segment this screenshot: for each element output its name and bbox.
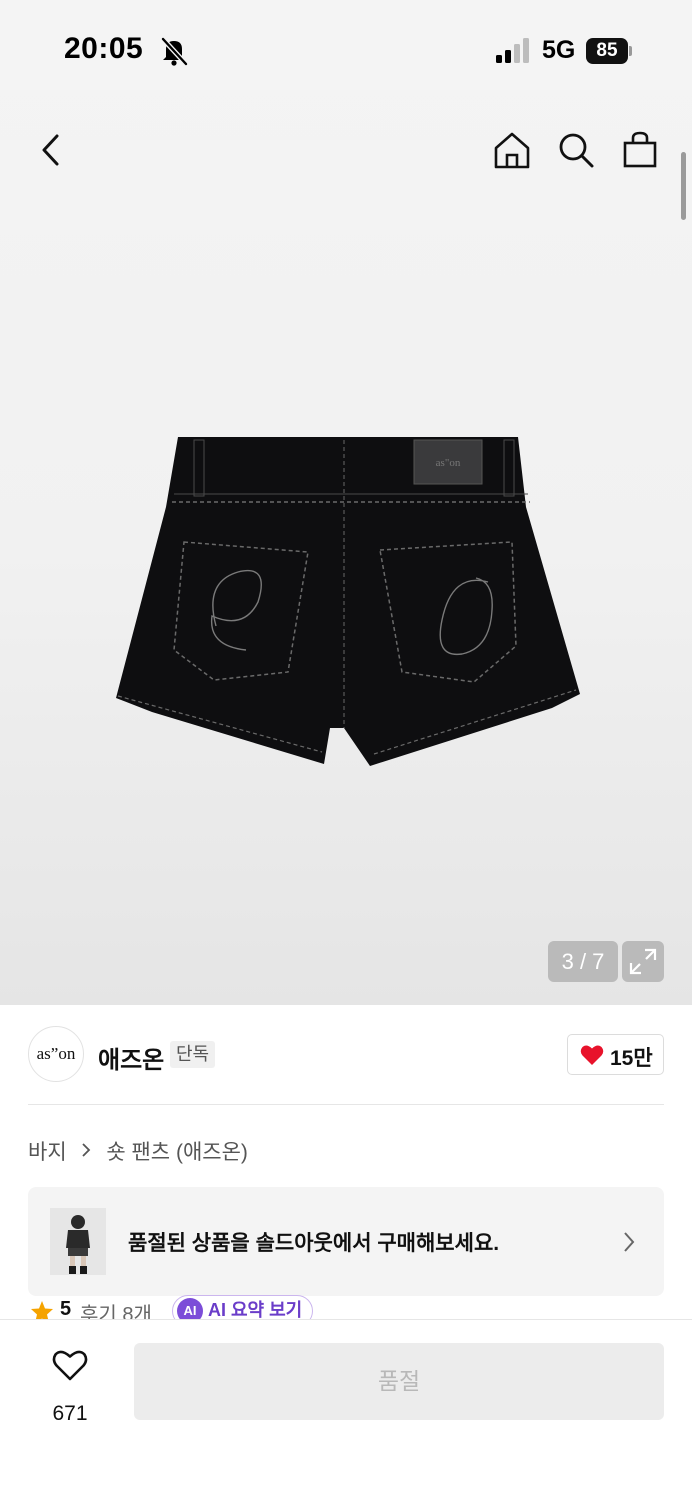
signal-bars-icon [496,38,529,63]
breadcrumb-category[interactable]: 바지 [28,1136,67,1166]
wishlist-button[interactable]: 671 [36,1344,104,1434]
chevron-right-icon [82,1142,91,1157]
banner-text: 품절된 상품을 솔드아웃에서 구매해보세요. [128,1232,500,1255]
exclusive-badge: 단독 [170,1041,216,1068]
wishlist-count: 671 [52,1402,88,1425]
rating-value: 5 [60,1298,72,1320]
gallery-page-indicator: 3 / 7 [548,941,618,982]
scrollbar[interactable] [681,152,686,220]
divider [28,1104,664,1105]
network-label: 5G [542,36,576,64]
brand-logo[interactable]: as”on [28,1026,84,1082]
home-icon[interactable] [492,130,532,170]
bell-slash-icon [161,37,188,66]
bottom-action-bar: 671 품절 [0,1319,692,1500]
breadcrumb-subcategory[interactable]: 숏 팬츠 (애즈온) [106,1136,248,1166]
expand-button[interactable] [622,941,664,982]
battery-icon: 85 [586,38,632,64]
chevron-right-icon [624,1232,635,1252]
expand-icon [629,948,657,975]
product-gallery[interactable]: as"on 3 / 7 [0,0,692,1005]
soldout-button[interactable]: 품절 [134,1343,664,1420]
brand-like-count: 15만 [610,1047,653,1070]
soldout-banner[interactable]: 품절된 상품을 솔드아웃에서 구매해보세요. [28,1187,664,1296]
heart-fill-icon [580,1045,604,1065]
brand-name[interactable]: 애즈온 [98,1040,164,1075]
brand-like-button[interactable]: 15만 [567,1034,664,1075]
heart-outline-icon [52,1350,88,1381]
breadcrumb: 바지 숏 팬츠 (애즈온) [28,1136,248,1166]
banner-thumbnail [50,1208,106,1275]
status-time: 20:05 [64,32,144,65]
svg-text:as"on: as"on [436,457,461,469]
back-icon[interactable] [32,130,72,170]
status-bar: 20:05 5G 85 [0,0,692,100]
battery-level: 85 [586,38,628,64]
shopping-bag-icon[interactable] [620,130,660,170]
search-icon[interactable] [556,130,596,170]
product-image: as"on [116,437,580,766]
